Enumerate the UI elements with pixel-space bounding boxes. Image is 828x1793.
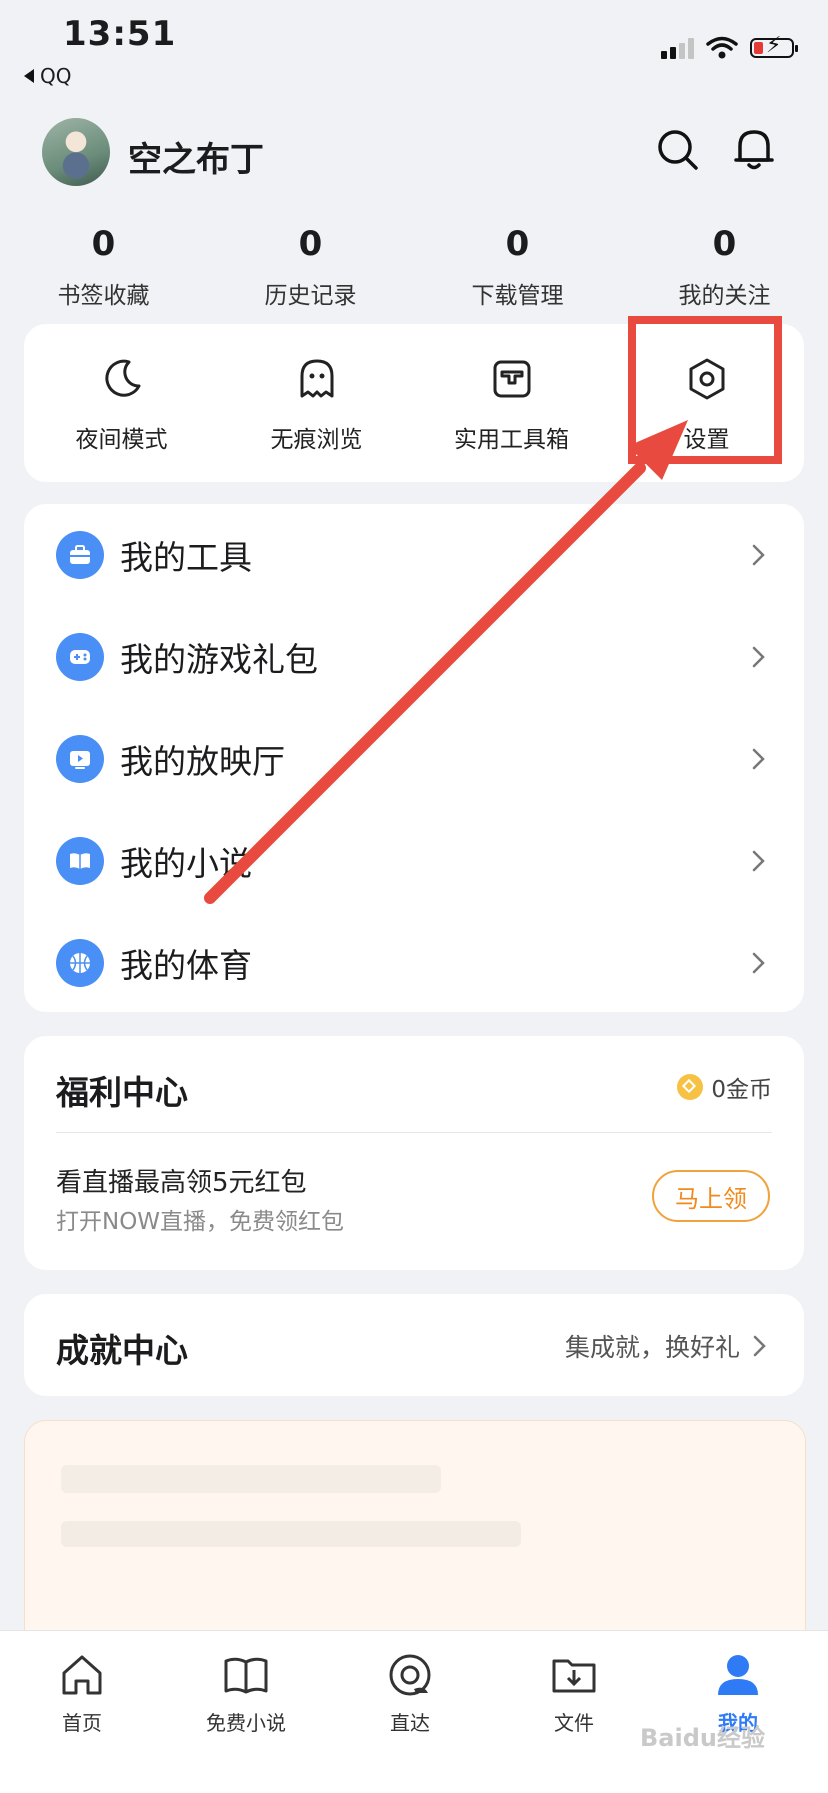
back-to-app-link[interactable]: QQ xyxy=(24,64,71,88)
book-icon xyxy=(56,837,104,885)
stat-label: 下载管理 xyxy=(471,283,564,309)
user-icon xyxy=(718,1655,758,1695)
stat-label: 我的关注 xyxy=(678,283,771,309)
stat-value: 0 xyxy=(298,224,323,264)
home-icon xyxy=(62,1655,102,1695)
menu-item-game-gifts[interactable]: 我的游戏礼包 xyxy=(24,606,804,708)
tab-home[interactable]: 首页 xyxy=(22,1649,142,1736)
ghost-icon xyxy=(300,359,333,398)
coin-balance[interactable]: 0金币 xyxy=(677,1070,772,1104)
open-book-icon xyxy=(224,1657,268,1694)
tab-label: 免费小说 xyxy=(206,1711,286,1735)
tab-label: 文件 xyxy=(554,1711,594,1735)
menu-item-label: 我的小说 xyxy=(120,844,252,883)
basketball-icon xyxy=(56,939,104,987)
chevron-right-icon xyxy=(752,646,765,668)
stat-following[interactable]: 0 我的关注 xyxy=(621,224,828,310)
search-icon[interactable] xyxy=(654,126,702,174)
coin-icon xyxy=(677,1074,704,1100)
bell-icon[interactable] xyxy=(730,124,778,172)
stat-label: 书签收藏 xyxy=(57,283,150,309)
welfare-center-card: 福利中心 0金币 看直播最高领5元红包 打开NOW直播，免费领红包 马上领 xyxy=(24,1036,804,1270)
tab-files[interactable]: 文件 xyxy=(514,1649,634,1736)
incognito-button[interactable]: 无痕浏览 xyxy=(219,324,414,482)
quick-action-label: 无痕浏览 xyxy=(270,427,363,453)
chevron-right-icon xyxy=(752,544,765,566)
tab-direct[interactable]: 直达 xyxy=(350,1649,470,1736)
settings-highlight-box xyxy=(628,316,782,464)
menu-item-label: 我的体育 xyxy=(120,946,252,985)
achievement-title: 成就中心 xyxy=(56,1331,188,1370)
claim-now-button[interactable]: 马上领 xyxy=(652,1170,770,1222)
stat-label: 历史记录 xyxy=(264,283,357,309)
bottom-tab-bar: 首页 免费小说 直达 文件 我的 xyxy=(0,1630,828,1793)
folder-download-icon xyxy=(552,1659,596,1693)
toolbox-button[interactable]: 实用工具箱 xyxy=(414,324,609,482)
back-triangle-icon xyxy=(24,69,34,83)
night-mode-button[interactable]: 夜间模式 xyxy=(24,324,219,482)
stat-history[interactable]: 0 历史记录 xyxy=(207,224,414,310)
back-app-label: QQ xyxy=(40,64,72,88)
direct-icon xyxy=(389,1654,431,1696)
avatar[interactable] xyxy=(42,118,110,186)
username[interactable]: 空之布丁 xyxy=(128,132,264,181)
tab-label: 首页 xyxy=(62,1711,102,1735)
quick-action-label: 夜间模式 xyxy=(75,427,168,453)
chevron-right-icon xyxy=(752,748,765,770)
coin-balance-text: 0金币 xyxy=(711,1077,772,1103)
menu-item-sports[interactable]: 我的体育 xyxy=(24,912,804,1014)
promo-title: 看直播最高领5元红包 xyxy=(56,1168,307,1198)
achievement-link-text: 集成就，换好礼 xyxy=(564,1333,740,1362)
quick-action-label: 实用工具箱 xyxy=(454,427,569,453)
menu-item-label: 我的游戏礼包 xyxy=(120,640,318,679)
stats-row: 0 书签收藏 0 历史记录 0 下载管理 0 我的关注 xyxy=(0,224,828,310)
cellular-signal-icon xyxy=(661,37,694,59)
toolbox-icon xyxy=(493,360,530,398)
achievement-link[interactable]: 集成就，换好礼 xyxy=(565,1328,772,1364)
menu-item-theater[interactable]: 我的放映厅 xyxy=(24,708,804,810)
watermark: Baidu经验 xyxy=(640,1724,765,1752)
play-screen-icon xyxy=(56,735,104,783)
gamepad-icon xyxy=(56,633,104,681)
menu-item-tools[interactable]: 我的工具 xyxy=(24,504,804,606)
menu-item-novels[interactable]: 我的小说 xyxy=(24,810,804,912)
menu-item-label: 我的放映厅 xyxy=(120,742,285,781)
chevron-right-icon xyxy=(752,952,765,974)
chevron-right-icon xyxy=(753,1335,766,1357)
chevron-right-icon xyxy=(752,850,765,872)
stat-bookmarks[interactable]: 0 书签收藏 xyxy=(0,224,207,310)
divider xyxy=(56,1132,772,1133)
achievement-center-card[interactable]: 成就中心 集成就，换好礼 xyxy=(24,1294,804,1396)
tab-free-novels[interactable]: 免费小说 xyxy=(186,1649,306,1736)
moon-icon xyxy=(104,359,140,397)
wifi-icon xyxy=(706,36,738,59)
faded-promo-card xyxy=(24,1420,806,1662)
promo-subtitle: 打开NOW直播，免费领红包 xyxy=(56,1209,345,1235)
status-indicators: ⚡ xyxy=(661,35,798,60)
my-menu-list: 我的工具 我的游戏礼包 我的放映厅 我的小说 我的体育 xyxy=(24,504,804,1012)
stat-downloads[interactable]: 0 下载管理 xyxy=(414,224,621,310)
battery-icon: ⚡ xyxy=(750,35,798,58)
stat-value: 0 xyxy=(91,224,116,264)
stat-value: 0 xyxy=(505,224,530,264)
welfare-title: 福利中心 xyxy=(56,1073,188,1112)
menu-item-label: 我的工具 xyxy=(120,538,252,577)
briefcase-icon xyxy=(56,531,104,579)
status-time: 13:51 xyxy=(63,14,177,54)
stat-value: 0 xyxy=(712,224,737,264)
tab-label: 直达 xyxy=(390,1711,430,1735)
